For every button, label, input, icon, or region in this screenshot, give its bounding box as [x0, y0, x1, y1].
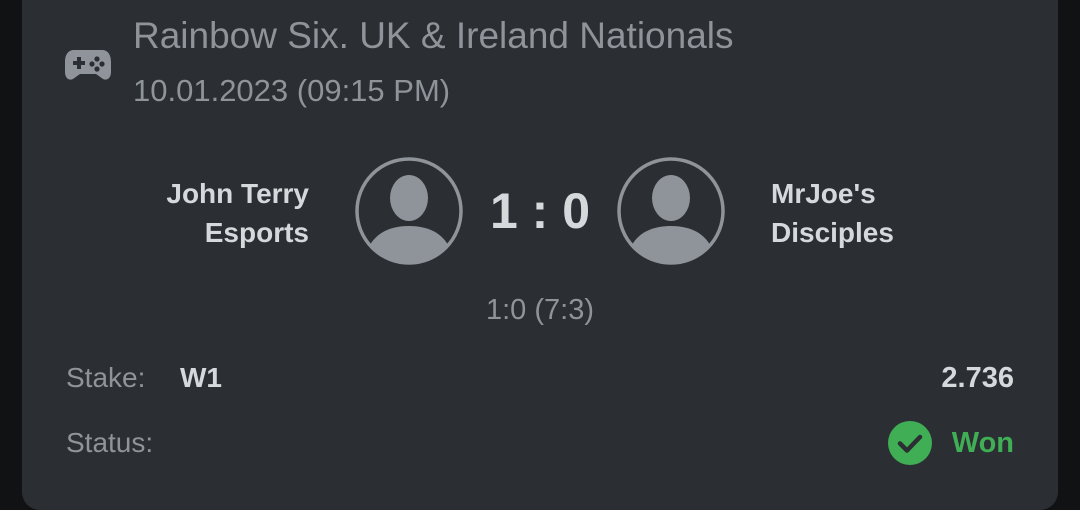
- team2-name: MrJoe's Disciples: [771, 178, 894, 248]
- match-score: 1 : 0: [489, 183, 591, 239]
- gamepad-icon: [65, 50, 111, 80]
- event-datetime: 10.01.2023 (09:15 PM): [133, 73, 451, 108]
- team1-name: John Terry Esports: [166, 178, 309, 248]
- event-title: Rainbow Six. UK & Ireland Nationals: [133, 15, 734, 56]
- team1-avatar-icon: [355, 157, 463, 265]
- check-circle-icon: [887, 421, 932, 465]
- status-indicator: Won: [887, 420, 1014, 466]
- status-label: Status:: [66, 427, 154, 458]
- stake-value: W1: [180, 362, 222, 393]
- status-value: Won: [951, 426, 1014, 459]
- team2-avatar-icon: [617, 157, 725, 265]
- odds-value: 2.736: [941, 362, 1014, 394]
- detailed-score: 1:0 (7:3): [486, 294, 594, 326]
- stake-label: Stake:: [66, 362, 146, 393]
